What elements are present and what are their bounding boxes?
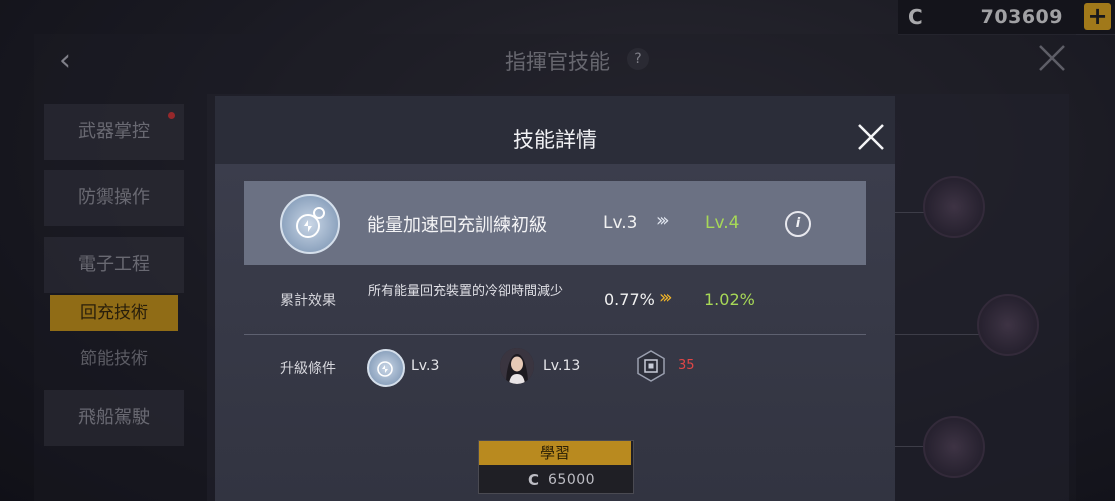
effect-description: 所有能量回充裝置的冷卻時間減少 [368, 284, 564, 299]
info-icon[interactable]: i [785, 211, 811, 237]
required-commander-level: Lv.13 [543, 358, 581, 374]
modal-title: 技能詳情 [513, 128, 597, 152]
requirements-label: 升級條件 [280, 361, 336, 377]
effect-arrow-icon: ››› [659, 287, 672, 308]
required-skill-icon [367, 349, 405, 387]
learn-cost: 65000 [548, 472, 596, 488]
current-level: Lv.3 [603, 213, 638, 233]
level-up-arrow-icon: ››› [656, 210, 669, 231]
effect-current-value: 0.77% [604, 290, 655, 309]
learn-button-label[interactable]: 學習 [479, 441, 631, 465]
credit-icon: C [528, 471, 540, 489]
required-skill-level: Lv.3 [411, 358, 440, 374]
required-item-count: 35 [678, 358, 695, 373]
skill-name: 能量加速回充訓練初級 [367, 215, 547, 236]
upgrade-item-icon [634, 349, 668, 383]
effect-next-value: 1.02% [704, 290, 755, 309]
divider [244, 334, 866, 335]
close-icon[interactable] [856, 122, 886, 152]
effect-label: 累計效果 [280, 293, 336, 309]
energy-recharge-skill-icon [280, 194, 340, 254]
next-level: Lv.4 [705, 213, 740, 233]
commander-avatar [500, 348, 534, 384]
